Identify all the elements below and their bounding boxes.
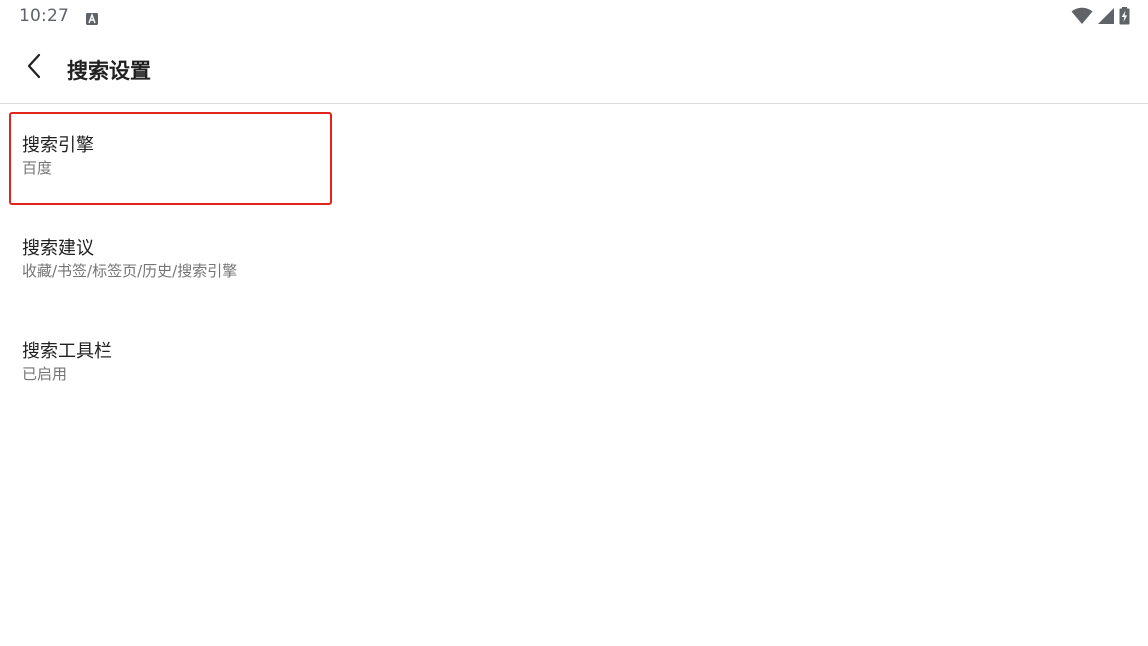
status-bar: 10:27 (0, 0, 1148, 34)
toolbar: 搜索设置 (0, 34, 1148, 104)
page-title: 搜索设置 (67, 59, 151, 83)
battery-charging-icon (1119, 7, 1130, 29)
pref-summary: 百度 (22, 159, 53, 177)
chevron-left-icon (26, 53, 42, 83)
status-time: 10:27 (19, 6, 69, 26)
status-icons (1071, 7, 1130, 29)
cell-signal-icon (1097, 7, 1115, 29)
preference-list: 搜索引擎 百度 搜索建议 收藏/书签/标签页/历史/搜索引擎 搜索工具栏 已启用 (0, 104, 1148, 413)
pref-title: 搜索引擎 (22, 135, 94, 156)
wifi-icon (1071, 7, 1093, 29)
pref-title: 搜索工具栏 (22, 341, 112, 362)
keyboard-a-icon (86, 10, 98, 25)
pref-search-engine[interactable]: 搜索引擎 百度 (0, 104, 1148, 207)
pref-summary: 收藏/书签/标签页/历史/搜索引擎 (22, 262, 238, 280)
pref-title: 搜索建议 (22, 238, 94, 259)
pref-search-toolbar[interactable]: 搜索工具栏 已启用 (0, 310, 1148, 413)
back-button[interactable] (14, 48, 54, 88)
pref-summary: 已启用 (22, 365, 68, 383)
pref-search-suggestions[interactable]: 搜索建议 收藏/书签/标签页/历史/搜索引擎 (0, 207, 1148, 310)
